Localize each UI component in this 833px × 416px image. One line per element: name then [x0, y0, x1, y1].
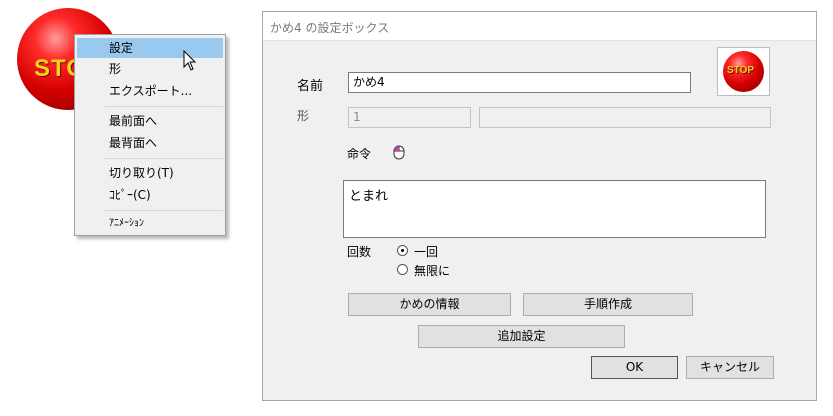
- mouse-icon: [393, 145, 405, 160]
- settings-dialog: かめ4 の設定ボックス 名前 かめ4 STOP 形 1 命令 とまれ 回数 一回…: [262, 11, 817, 401]
- menu-item-settings[interactable]: 設定: [77, 38, 223, 58]
- menu-item-export[interactable]: エクスポート...: [77, 81, 223, 101]
- ok-button[interactable]: OK: [591, 356, 678, 379]
- count-label: 回数: [347, 245, 372, 259]
- radio-once[interactable]: [397, 245, 408, 256]
- menu-separator: [105, 210, 223, 211]
- dialog-title-bar[interactable]: かめ4 の設定ボックス: [263, 12, 816, 41]
- name-label: 名前: [297, 79, 324, 94]
- dialog-title: かめ4 の設定ボックス: [270, 21, 390, 35]
- cancel-button[interactable]: キャンセル: [686, 356, 774, 379]
- create-procedure-button[interactable]: 手順作成: [523, 293, 693, 316]
- menu-item-bring-to-front[interactable]: 最前面へ: [77, 111, 223, 131]
- radio-infinite-label: 無限に: [414, 264, 451, 278]
- menu-item-cut[interactable]: 切り取り(T): [77, 163, 223, 183]
- menu-item-copy[interactable]: ｺﾋﾟｰ(C): [77, 185, 223, 205]
- radio-infinite[interactable]: [397, 264, 408, 275]
- command-label: 命令: [347, 147, 372, 161]
- command-text-area[interactable]: とまれ: [343, 180, 766, 238]
- menu-item-shape[interactable]: 形: [77, 59, 223, 79]
- radio-once-label: 一回: [414, 245, 439, 259]
- context-menu: 設定 形 エクスポート... 最前面へ 最背面へ 切り取り(T) ｺﾋﾟｰ(C)…: [74, 34, 226, 236]
- additional-settings-button[interactable]: 追加設定: [418, 325, 625, 348]
- menu-separator: [105, 106, 223, 107]
- turtle-info-button[interactable]: かめの情報: [348, 293, 511, 316]
- mouse-cursor-icon: [183, 50, 197, 71]
- menu-item-animation[interactable]: ｱﾆﾒｰｼｮﾝ: [77, 214, 223, 234]
- stop-icon-label: STOP: [727, 65, 755, 76]
- shape-label: 形: [297, 109, 310, 123]
- shape-preview: STOP: [717, 47, 770, 96]
- menu-item-send-to-back[interactable]: 最背面へ: [77, 133, 223, 153]
- name-input[interactable]: かめ4: [348, 72, 691, 93]
- shape-description-field: [479, 107, 771, 128]
- shape-number-field: 1: [348, 107, 471, 128]
- menu-separator: [105, 158, 223, 159]
